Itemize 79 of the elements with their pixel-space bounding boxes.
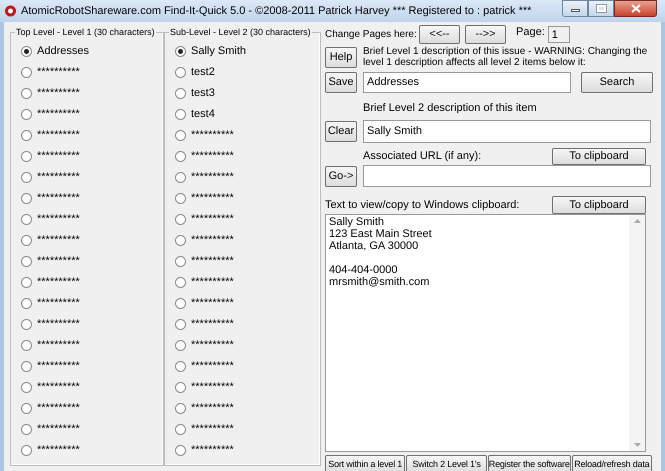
previous-page-button[interactable]: <<--	[419, 24, 460, 44]
action-button[interactable]: Reload/refresh data	[572, 455, 652, 471]
radio-option[interactable]: **********	[11, 335, 163, 356]
clipboard-label: Text to view/copy to Windows clipboard:	[325, 198, 520, 213]
search-button[interactable]: Search	[581, 72, 653, 92]
text-line: Sally Smith	[329, 216, 386, 228]
radio-option[interactable]: **********	[11, 209, 163, 230]
radio-option[interactable]: **********	[11, 167, 163, 188]
radio-option[interactable]: **********	[165, 188, 320, 209]
radio-option[interactable]: **********	[11, 125, 163, 146]
radio-option[interactable]: **********	[11, 188, 163, 209]
scroll-up-icon[interactable]	[634, 219, 640, 223]
radio-option[interactable]: **********	[11, 83, 163, 104]
radio-option[interactable]: **********	[165, 209, 320, 230]
radio-option[interactable]: Sally Smith	[165, 41, 320, 62]
radio-option[interactable]: test4	[165, 104, 320, 125]
group-title: Sub-Level - Level 2 (30 characters)	[169, 26, 312, 38]
help-button[interactable]: Help	[325, 47, 357, 68]
text-line: 123 East Main Street	[329, 228, 433, 240]
save-button[interactable]: Save	[325, 72, 357, 92]
url-field[interactable]	[363, 165, 651, 187]
scrollbar[interactable]	[629, 215, 645, 451]
radio-option[interactable]: **********	[165, 125, 320, 146]
go-button[interactable]: Go->	[325, 166, 357, 186]
radio-option[interactable]: **********	[11, 230, 163, 251]
close-icon[interactable]	[614, 0, 657, 17]
next-page-button[interactable]: -->>	[465, 24, 506, 44]
radio-option[interactable]: **********	[165, 167, 320, 188]
radio-option[interactable]: **********	[165, 377, 320, 398]
radio-option[interactable]: **********	[165, 419, 320, 440]
radio-option[interactable]: **********	[165, 272, 320, 293]
text-line: mrsmith@smith.com	[329, 276, 430, 288]
radio-option[interactable]: **********	[11, 440, 163, 461]
radio-option[interactable]: **********	[11, 293, 163, 314]
radio-option[interactable]: **********	[165, 314, 320, 335]
radio-option[interactable]: **********	[165, 251, 320, 272]
action-button[interactable]: Switch 2 Level 1's	[406, 455, 487, 471]
radio-option[interactable]: **********	[165, 356, 320, 377]
radio-option[interactable]: **********	[165, 230, 320, 251]
copy-text-button[interactable]: To clipboard	[552, 196, 646, 214]
url-label: Associated URL (if any):	[363, 148, 482, 164]
minimize-icon[interactable]	[562, 0, 588, 17]
level2-label: Brief Level 2 description of this item	[363, 102, 537, 114]
app-icon	[4, 5, 17, 17]
radio-option[interactable]: **********	[165, 293, 320, 314]
radio-option[interactable]: **********	[11, 251, 163, 272]
radio-option[interactable]: **********	[11, 62, 163, 83]
radio-option[interactable]: **********	[11, 146, 163, 167]
text-line: 404-404-0000	[329, 264, 399, 276]
radio-option[interactable]: Addresses	[11, 41, 163, 62]
copy-url-button[interactable]: To clipboard	[552, 148, 646, 164]
radio-option[interactable]: **********	[11, 356, 163, 377]
radio-option[interactable]: test3	[165, 83, 320, 104]
maximize-icon[interactable]	[588, 0, 614, 17]
radio-option[interactable]: **********	[165, 440, 320, 461]
text-line: Atlanta, GA 30000	[329, 240, 420, 252]
clear-button[interactable]: Clear	[325, 121, 357, 142]
action-button[interactable]: Sort within a level 1	[325, 455, 406, 471]
radio-option[interactable]: **********	[11, 104, 163, 125]
page-label: Page:	[516, 25, 545, 40]
clipboard-text-area[interactable]: Sally Smith 123 East Main Street Atlanta, GA 30000 404-404-0000 mrsmith@smith.com	[325, 214, 646, 452]
level1-field[interactable]: Addresses	[363, 72, 571, 92]
radio-option[interactable]: **********	[11, 419, 163, 440]
pages-label: Change Pages here:	[325, 28, 418, 42]
radio-option[interactable]: **********	[165, 146, 320, 167]
level2-field[interactable]: Sally Smith	[363, 120, 651, 143]
radio-option[interactable]: **********	[165, 335, 320, 356]
radio-option[interactable]: **********	[165, 398, 320, 419]
radio-option[interactable]: test2	[165, 62, 320, 83]
window-title: AtomicRobotShareware.com Find-It-Quick 5.0 - ©2008-2011 Patrick Harvey *** Registered to : patrick ***	[21, 4, 532, 19]
level1-description: Brief Level 1 description of this issue - WARNING: Changing the level 1 description affects all level 2 items below it:	[363, 46, 648, 68]
radio-option[interactable]: **********	[11, 398, 163, 419]
radio-option[interactable]: **********	[11, 314, 163, 335]
radio-option[interactable]: **********	[11, 272, 163, 293]
radio-option[interactable]: **********	[11, 377, 163, 398]
scroll-down-icon[interactable]	[634, 443, 640, 447]
group-title: Top Level - Level 1 (30 characters)	[15, 26, 156, 38]
action-button[interactable]: Register the software	[488, 455, 571, 471]
page-field[interactable]: 1	[548, 26, 570, 42]
